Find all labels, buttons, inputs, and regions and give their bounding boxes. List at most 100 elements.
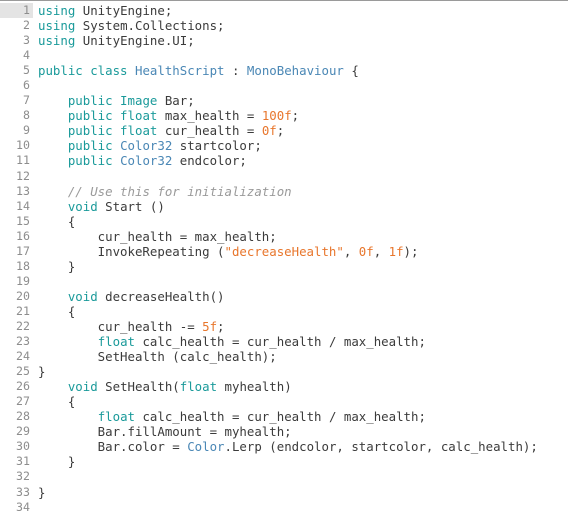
- code-line[interactable]: 23 float calc_health = cur_health / max_…: [0, 334, 568, 349]
- line-number: 27: [16, 394, 30, 409]
- code-token-num: 5f: [202, 318, 218, 334]
- code-token-txt: SetHealth(: [105, 379, 180, 395]
- line-number: 30: [16, 439, 30, 454]
- code-line[interactable]: 2 using System.Collections;: [0, 18, 568, 33]
- line-number: 18: [16, 258, 30, 273]
- line-number: 17: [16, 243, 30, 258]
- code-line[interactable]: 20 void decreaseHealth(): [0, 289, 568, 304]
- code-token-txt: endcolor;: [172, 153, 247, 169]
- code-line[interactable]: 33}: [0, 485, 568, 500]
- code-line-content: }: [33, 485, 568, 500]
- code-line[interactable]: 27 {: [0, 394, 568, 409]
- code-line-content: public float cur_health = 0f;: [33, 123, 568, 138]
- code-line[interactable]: 28 float calc_health = cur_health / max_…: [0, 409, 568, 424]
- code-line-content: float calc_health = cur_health / max_hea…: [33, 409, 568, 424]
- line-number: 24: [16, 349, 30, 364]
- code-token-txt: cur_health -=: [38, 318, 203, 334]
- code-line[interactable]: 1 using UnityEngine;: [0, 3, 568, 19]
- code-line[interactable]: 25}: [0, 364, 568, 379]
- code-token-kw: void: [67, 198, 106, 214]
- code-line-content: float calc_health = cur_health / max_hea…: [33, 334, 568, 349]
- code-line-content: void decreaseHealth(): [33, 289, 568, 304]
- line-number: 6: [23, 78, 30, 93]
- code-line[interactable]: 34: [0, 500, 568, 515]
- code-token-kw: float: [97, 409, 143, 425]
- code-line[interactable]: 26 void SetHealth(float myhealth): [0, 379, 568, 394]
- code-token-kw: public: [67, 153, 121, 169]
- code-line[interactable]: 3 using UnityEngine.UI;: [0, 33, 568, 48]
- line-number: 22: [16, 318, 30, 333]
- code-line-content: Bar.color = Color.Lerp (endcolor, startc…: [33, 439, 568, 454]
- code-line[interactable]: 24 SetHealth (calc_health);: [0, 349, 568, 364]
- code-token-num: 0f: [261, 123, 277, 139]
- code-line[interactable]: 21 {: [0, 304, 568, 319]
- code-line[interactable]: 12: [0, 169, 568, 184]
- code-token-txt: ,: [373, 243, 389, 259]
- code-line-content: cur_health -= 5f;: [33, 319, 568, 334]
- code-token-txt: decreaseHealth(): [105, 288, 225, 304]
- code-line[interactable]: 7 public Image Bar;: [0, 93, 568, 108]
- code-line-content: public class HealthScript : MonoBehaviou…: [33, 63, 568, 78]
- code-token-num: 1f: [388, 243, 404, 259]
- code-line[interactable]: 32: [0, 469, 568, 484]
- code-line-content: public Image Bar;: [33, 93, 568, 108]
- code-line[interactable]: 8 public float max_health = 100f;: [0, 108, 568, 123]
- code-token-txt: calc_health = cur_health / max_health;: [142, 409, 426, 425]
- code-line[interactable]: 16 cur_health = max_health;: [0, 229, 568, 244]
- code-line-content: InvokeRepeating ("decreaseHealth", 0f, 1…: [33, 244, 568, 259]
- code-line-list: 1 using UnityEngine; 2 using System.Collect…: [0, 3, 568, 515]
- line-number: 33: [16, 484, 30, 499]
- code-token-txt: UnityEngine.UI;: [82, 33, 195, 49]
- code-line-content: using UnityEngine;: [33, 3, 568, 18]
- line-number: 23: [16, 334, 30, 349]
- code-line[interactable]: 5 public class HealthScript : MonoBehavio…: [0, 63, 568, 78]
- code-token-txt: Bar;: [164, 93, 195, 109]
- code-token-txt: calc_health = cur_health / max_health;: [142, 334, 426, 350]
- code-token-txt: {: [343, 63, 359, 79]
- code-token-txt: Start (): [105, 198, 165, 214]
- code-token-kw: void: [67, 288, 106, 304]
- code-line[interactable]: 10 public Color32 startcolor;: [0, 138, 568, 153]
- code-token-kw: public class: [38, 63, 135, 79]
- code-line[interactable]: 15 {: [0, 214, 568, 229]
- code-line[interactable]: 4: [0, 48, 568, 63]
- line-number: 20: [16, 288, 30, 303]
- line-number: 25: [16, 364, 30, 379]
- code-line[interactable]: 14 void Start (): [0, 199, 568, 214]
- code-line-content: cur_health = max_health;: [33, 229, 568, 244]
- code-token-txt: System.Collections;: [82, 18, 225, 34]
- code-token-type: Color32: [120, 138, 173, 154]
- code-line[interactable]: 18 }: [0, 259, 568, 274]
- code-line[interactable]: 11 public Color32 endcolor;: [0, 153, 568, 168]
- code-editor[interactable]: 1 using UnityEngine; 2 using System.Collect…: [0, 0, 568, 518]
- code-token-txt: myhealth): [224, 379, 292, 395]
- code-line-content: public float max_health = 100f;: [33, 108, 568, 123]
- line-number: 15: [16, 213, 30, 228]
- code-line[interactable]: 9 public float cur_health = 0f;: [0, 123, 568, 138]
- code-token-txt: }: [38, 258, 76, 274]
- code-line[interactable]: 30 Bar.color = Color.Lerp (endcolor, sta…: [0, 439, 568, 454]
- line-number: 11: [16, 153, 30, 168]
- code-token-num: 0f: [358, 243, 374, 259]
- code-line[interactable]: 13 // Use this for initialization: [0, 184, 568, 199]
- code-line[interactable]: 31 }: [0, 454, 568, 469]
- line-number: 2: [23, 18, 30, 33]
- code-line-content: SetHealth (calc_health);: [33, 349, 568, 364]
- line-number: 29: [16, 424, 30, 439]
- code-token-txt: {: [38, 213, 76, 229]
- code-token-kw: float: [97, 334, 143, 350]
- code-line[interactable]: 19: [0, 274, 568, 289]
- code-line-content: using System.Collections;: [33, 18, 568, 33]
- code-line[interactable]: 22 cur_health -= 5f;: [0, 319, 568, 334]
- code-line[interactable]: 17 InvokeRepeating ("decreaseHealth", 0f…: [0, 244, 568, 259]
- code-line[interactable]: 6: [0, 78, 568, 93]
- code-token-kw: using: [38, 33, 83, 49]
- code-line-content: // Use this for initialization: [33, 184, 568, 199]
- code-line[interactable]: 29 Bar.fillAmount = myhealth;: [0, 424, 568, 439]
- code-token-txt: {: [38, 303, 76, 319]
